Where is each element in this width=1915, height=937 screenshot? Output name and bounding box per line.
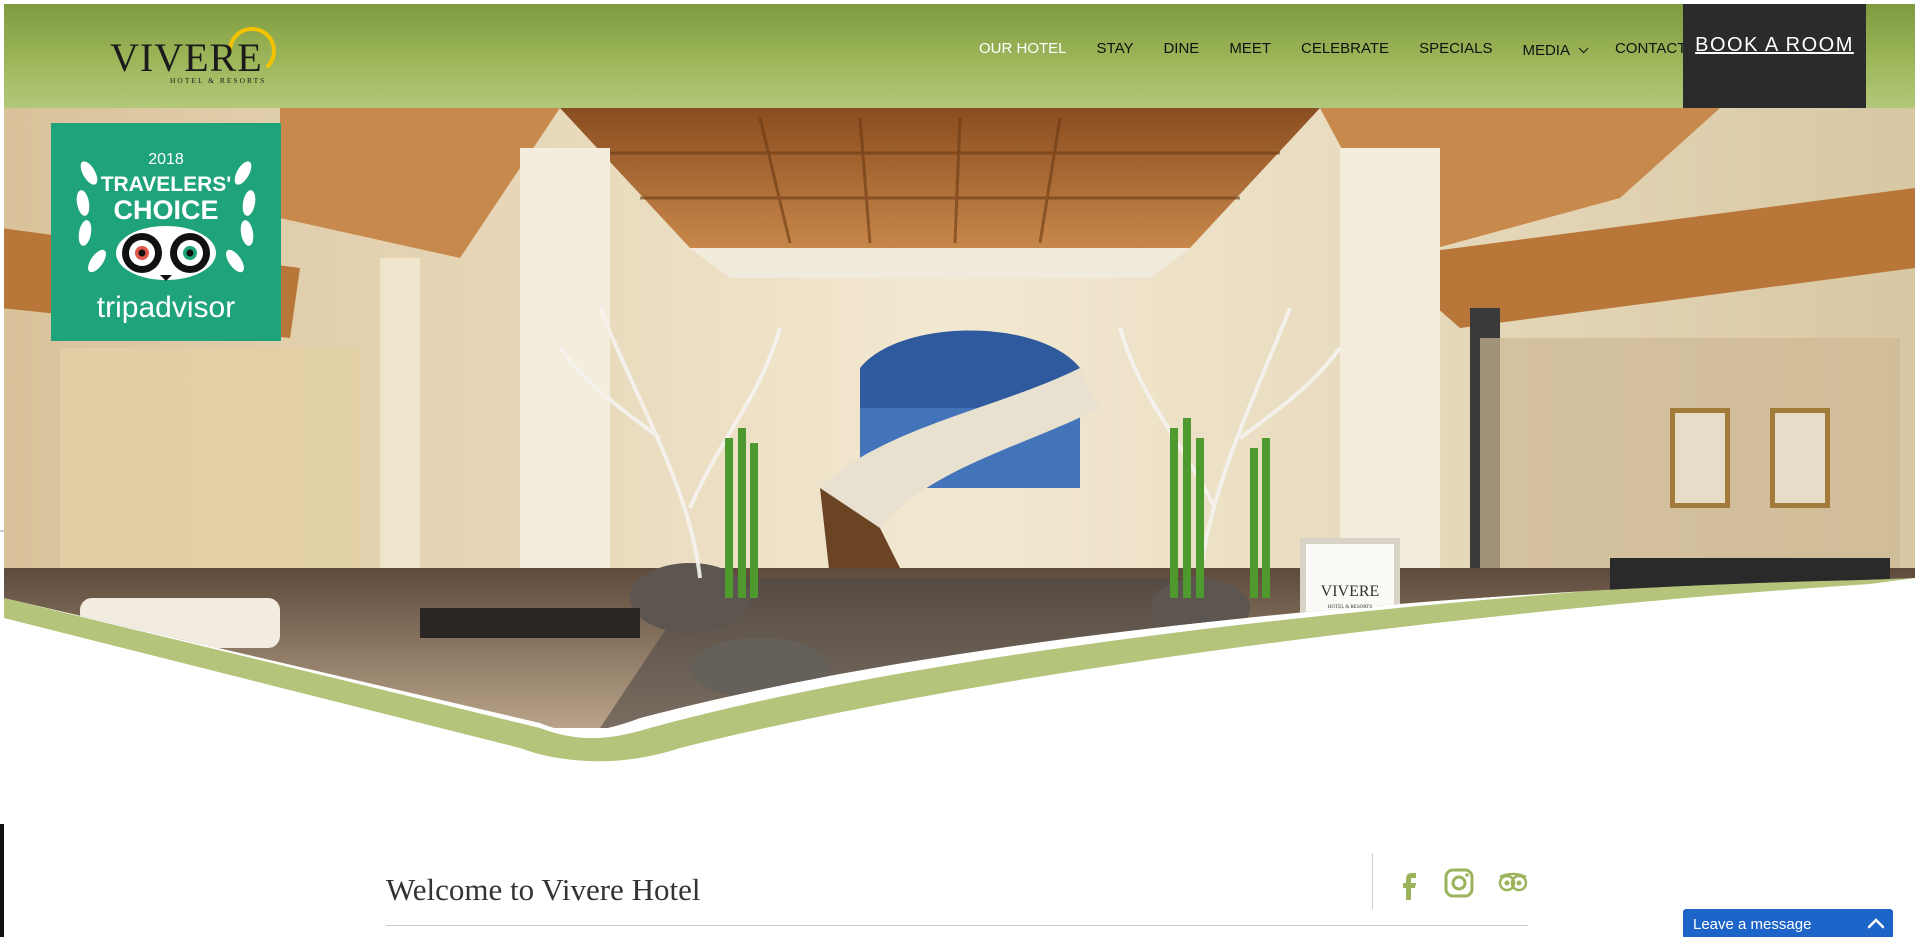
badge-line1: TRAVELERS' [100,173,232,196]
lobby-sign-sub: HOTEL & RESORTS [1328,605,1372,610]
facebook-icon[interactable] [1393,866,1427,900]
nav-contact[interactable]: CONTACT [1615,40,1686,60]
nav-celebrate[interactable]: CELEBRATE [1301,40,1389,60]
badge-year: 2018 [148,151,184,168]
chat-label: Leave a message [1693,916,1812,933]
nav-dine[interactable]: DINE [1163,40,1199,60]
site-logo[interactable]: VIVERE HOTEL & RESORTS [110,20,280,90]
nav-our-hotel[interactable]: OUR HOTEL [979,40,1067,60]
chevron-down-icon [1578,42,1589,53]
welcome-divider [386,925,1528,926]
nav-media[interactable]: MEDIA [1522,40,1589,60]
book-a-room-label: BOOK A ROOM [1695,34,1854,56]
logo-wordmark: VIVERE [110,35,263,80]
nav-specials[interactable]: SPECIALS [1419,40,1492,60]
lobby-sign-text: VIVERE [1321,583,1380,600]
tripadvisor-owl-icon [116,226,216,281]
page-edge-marker [0,530,4,532]
badge-line2: CHOICE [113,195,219,225]
logo-tagline: HOTEL & RESORTS [170,76,267,85]
nav-meet[interactable]: MEET [1229,40,1271,60]
social-divider [1372,853,1373,909]
page-edge-dark [0,824,4,937]
nav-media-label: MEDIA [1522,41,1570,59]
tripadvisor-icon[interactable] [1496,866,1530,900]
instagram-icon[interactable] [1442,866,1476,900]
nav-stay[interactable]: STAY [1097,40,1134,60]
chevron-up-icon[interactable] [1867,916,1885,930]
welcome-title: Welcome to Vivere Hotel [386,872,701,907]
badge-brand: tripadvisor [96,291,236,324]
hero-lobby-image: VIVERE HOTEL & RESORTS [4,108,1915,762]
chat-widget[interactable]: Leave a message [1683,909,1893,937]
main-nav: OUR HOTEL STAY DINE MEET CELEBRATE SPECI… [979,40,1716,60]
travelers-choice-badge[interactable]: 2018 TRAVELERS' CHOICE tripadvisor [51,123,281,341]
